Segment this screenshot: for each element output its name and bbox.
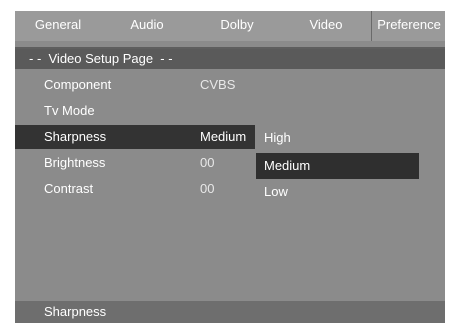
page-title: - - Video Setup Page - -: [15, 49, 445, 69]
setting-label: Sharpness: [44, 129, 107, 144]
status-text: Sharpness: [44, 304, 107, 319]
setting-row-sharpness[interactable]: Sharpness Medium: [15, 125, 255, 149]
setting-label: Contrast: [44, 181, 94, 196]
page-title-text: - - Video Setup Page - -: [29, 51, 173, 66]
setting-value: Medium: [200, 129, 247, 144]
setting-value: 00: [200, 181, 215, 196]
status-bar: Sharpness: [15, 301, 445, 323]
option-label: High: [264, 130, 291, 145]
option-medium[interactable]: Medium: [256, 153, 419, 179]
menu-tab-bar: General Audio Dolby Video Preference: [15, 11, 445, 41]
setting-row-contrast[interactable]: Contrast 00: [15, 177, 255, 201]
option-label: Low: [264, 184, 288, 199]
option-low[interactable]: Low: [256, 179, 419, 205]
tab-general[interactable]: General: [15, 11, 101, 41]
setting-label: Brightness: [44, 155, 106, 170]
setting-label: Tv Mode: [44, 103, 95, 118]
option-label: Medium: [264, 158, 311, 173]
tab-video[interactable]: Video: [281, 11, 371, 41]
setting-value: CVBS: [200, 77, 236, 92]
option-high[interactable]: High: [256, 125, 419, 151]
setting-value: 00: [200, 155, 215, 170]
setting-row-tv-mode[interactable]: Tv Mode: [15, 99, 255, 123]
setting-label: Component: [44, 77, 112, 92]
tab-preference[interactable]: Preference: [371, 11, 446, 41]
video-setup-screen: General Audio Dolby Video Preference - -…: [15, 11, 445, 323]
setting-row-brightness[interactable]: Brightness 00: [15, 151, 255, 175]
tab-dolby[interactable]: Dolby: [193, 11, 281, 41]
tab-audio[interactable]: Audio: [101, 11, 193, 41]
setting-row-component[interactable]: Component CVBS: [15, 73, 255, 97]
